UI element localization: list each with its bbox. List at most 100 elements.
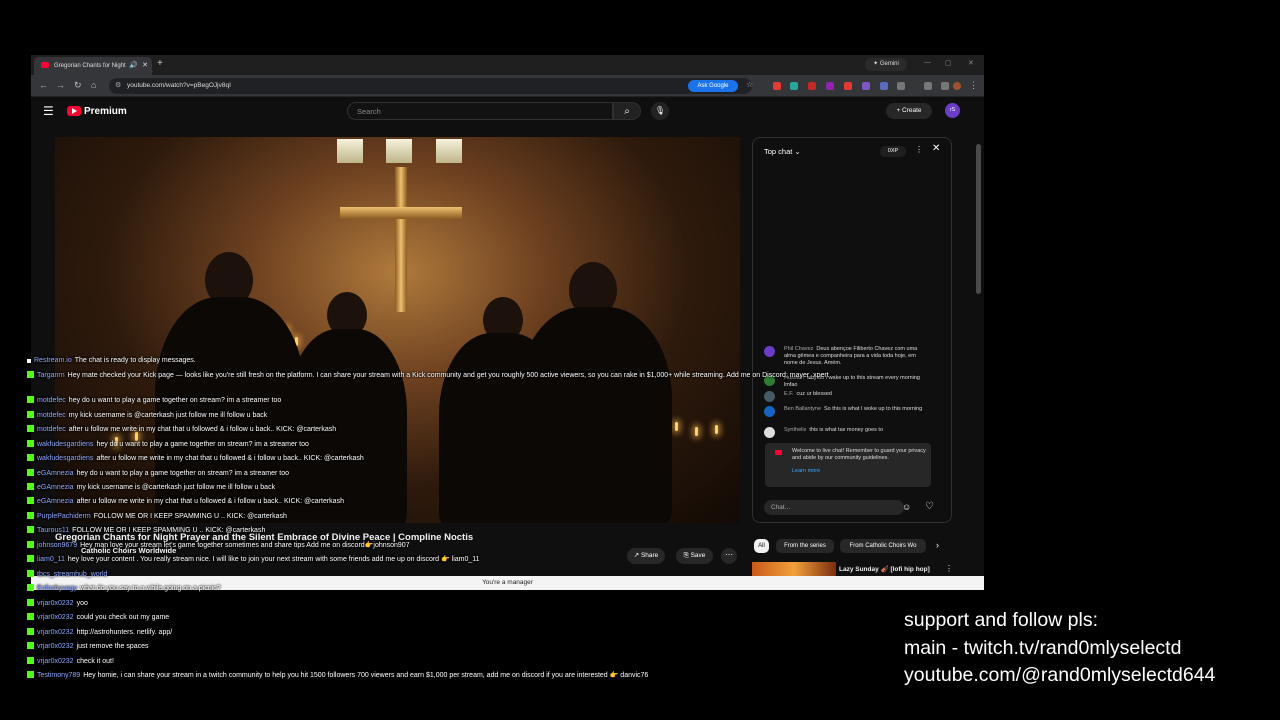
chat-menu-icon[interactable]: ⋮ — [915, 145, 923, 154]
sidepanel-icon[interactable] — [924, 82, 932, 90]
top-chat-dropdown[interactable]: Top chat ⌄ — [764, 147, 801, 156]
emoji-icon[interactable]: ☺ — [902, 502, 911, 512]
overlay-message: Hey homie, i can share your stream in a … — [83, 672, 649, 679]
speaker-icon[interactable]: 🔊 — [129, 61, 138, 69]
welcome-text: Welcome to live chat! Remember to guard … — [792, 448, 926, 461]
maximize-icon[interactable]: ▢ — [945, 59, 952, 67]
menu-kebab-icon[interactable]: ⋮ — [969, 80, 978, 91]
candle — [715, 425, 718, 434]
cross — [395, 167, 407, 312]
gemini-button[interactable]: ✦ Gemini — [865, 58, 907, 71]
close-tab-icon[interactable]: ✕ — [142, 61, 148, 69]
chevron-right-icon[interactable]: › — [936, 540, 939, 550]
support-line: support and follow pls: — [904, 609, 1099, 631]
chat-message: Synthelix this is what tax money goes to — [764, 427, 929, 438]
overlay-message: hey do u want to play a game together on… — [68, 397, 282, 404]
extension-icon[interactable] — [808, 82, 816, 90]
overlay-chat-line: Testimony789 Hey homie, i can share your … — [27, 671, 648, 679]
xp-badge[interactable]: 0XP — [880, 146, 906, 157]
forward-icon[interactable]: → — [56, 80, 65, 90]
home-icon[interactable]: ⌂ — [91, 80, 96, 90]
stained-window — [337, 139, 363, 163]
avatar[interactable]: rS — [945, 103, 960, 118]
save-button[interactable]: ⎘ Save — [676, 548, 713, 564]
learn-more-link[interactable]: Learn more — [792, 468, 926, 475]
kick-icon — [27, 497, 34, 504]
screen: Gregorian Chants for Night 🔊 ✕ + ✦ Gemin… — [0, 0, 1280, 720]
overlay-username: vrjar0x0232 — [37, 600, 74, 607]
extension-icon[interactable] — [826, 82, 834, 90]
close-chat-icon[interactable]: ✕ — [932, 143, 940, 154]
kick-icon — [27, 628, 34, 635]
hamburger-menu-icon[interactable]: ☰ — [43, 104, 54, 118]
chat-author[interactable]: E.F. — [784, 391, 793, 397]
url-field[interactable]: ⚙ youtube.com/watch?v=pBegOJjv8qI Ask Go… — [109, 78, 753, 94]
overlay-username: vrjar0x0232 — [37, 643, 74, 650]
overlay-chat-line: eGAmnezia hey do u want to play a game to… — [27, 469, 289, 477]
share-button[interactable]: ↗ Share — [627, 548, 665, 564]
brand-label[interactable]: Premium — [84, 106, 127, 117]
overlay-chat-line: liam0_11 hey love your content . You real… — [27, 555, 480, 563]
extension-icon[interactable] — [773, 82, 781, 90]
overlay-username: johnson9679 — [37, 542, 78, 549]
video-player[interactable] — [55, 137, 740, 523]
overlay-username: vrjar0x0232 — [37, 629, 74, 636]
overlay-chat-line: vrjar0x0232 http://astrohunters. netlify.… — [27, 628, 172, 636]
chat-author[interactable]: Phil Chavez — [784, 346, 813, 352]
chat-avatar[interactable] — [764, 406, 775, 417]
overlay-username: PurplePachiderm — [37, 513, 91, 520]
chat-avatar[interactable] — [764, 346, 775, 357]
reload-icon[interactable]: ↻ — [74, 80, 82, 91]
overlay-username: motdefec — [37, 397, 66, 404]
chip-from-series[interactable]: From the series — [776, 539, 834, 553]
overlay-username: Testimony789 — [37, 672, 81, 679]
youtube-page: ☰ Premium Search ⌕ 🎙 + Create rS Gregori… — [31, 97, 984, 582]
minimize-icon[interactable]: — — [924, 59, 931, 66]
close-window-icon[interactable]: ✕ — [968, 59, 974, 67]
extension-icon[interactable] — [844, 82, 852, 90]
overlay-chat-line: vrjar0x0232 just remove the spaces — [27, 642, 149, 650]
chat-avatar[interactable] — [764, 427, 775, 438]
extension-icon[interactable] — [862, 82, 870, 90]
new-tab-button[interactable]: + — [157, 58, 163, 69]
live-chat-panel: Top chat ⌄ 0XP ⋮ ✕ Phil Chavez Deus abenç… — [752, 137, 952, 523]
heart-icon[interactable]: ♡ — [925, 501, 934, 512]
overlay-username: Targanrn — [37, 372, 65, 379]
site-info-icon[interactable]: ⚙ — [115, 81, 121, 89]
youtube-logo-icon[interactable] — [67, 106, 81, 116]
back-icon[interactable]: ← — [39, 80, 48, 90]
chip-from-channel[interactable]: From Catholic Choirs Wo — [840, 539, 926, 553]
voice-search-button[interactable]: 🎙 — [651, 102, 669, 120]
video-menu-icon[interactable]: ⋮ — [945, 564, 953, 573]
overlay-chat-line: motdefec my kick username is @carterkash … — [27, 411, 267, 419]
search-button[interactable]: ⌕ — [613, 102, 641, 120]
overlay-chat-line: Targanrn Hey mate checked your Kick page … — [27, 371, 847, 380]
download-icon[interactable] — [941, 82, 949, 90]
more-actions-button[interactable]: ⋯ — [721, 548, 737, 564]
chat-author[interactable]: Ben Ballantyne — [784, 406, 821, 412]
chat-text: So this is what I woke up to this mornin… — [824, 406, 923, 412]
overlay-message: The chat is ready to display messages. — [74, 357, 196, 364]
profile-icon[interactable] — [953, 82, 961, 90]
extension-icon[interactable] — [790, 82, 798, 90]
ask-google-button[interactable]: Ask Google — [688, 80, 738, 92]
create-button[interactable]: + Create — [886, 103, 932, 119]
extension-icon[interactable] — [880, 82, 888, 90]
overlay-chat-line: motdefec after u follow me write in my ch… — [27, 425, 336, 433]
chat-author[interactable]: Synthelix — [784, 427, 806, 433]
chat-avatar[interactable] — [764, 391, 775, 402]
bookmark-star-icon[interactable]: ☆ — [746, 80, 753, 89]
search-input[interactable]: Search — [347, 102, 613, 120]
kick-icon — [27, 440, 34, 447]
page-scrollbar[interactable] — [976, 144, 981, 294]
chat-input[interactable]: Chat... — [764, 500, 904, 515]
puzzle-icon[interactable] — [897, 82, 905, 90]
overlay-message: what do you say to a while going on a pi… — [80, 585, 221, 592]
overlay-chat-line: wakfudesgardiens hey do u want to play a … — [27, 440, 309, 448]
chat-welcome-banner: Welcome to live chat! Remember to guard … — [765, 443, 931, 487]
browser-tab[interactable]: Gregorian Chants for Night 🔊 ✕ — [34, 57, 152, 75]
chip-all[interactable]: All — [754, 539, 769, 553]
browser-window: Gregorian Chants for Night 🔊 ✕ + ✦ Gemin… — [31, 55, 984, 590]
overlay-chat-line: vrjar0x0232 check it out! — [27, 657, 114, 665]
overlay-username: motdefec — [37, 426, 66, 433]
